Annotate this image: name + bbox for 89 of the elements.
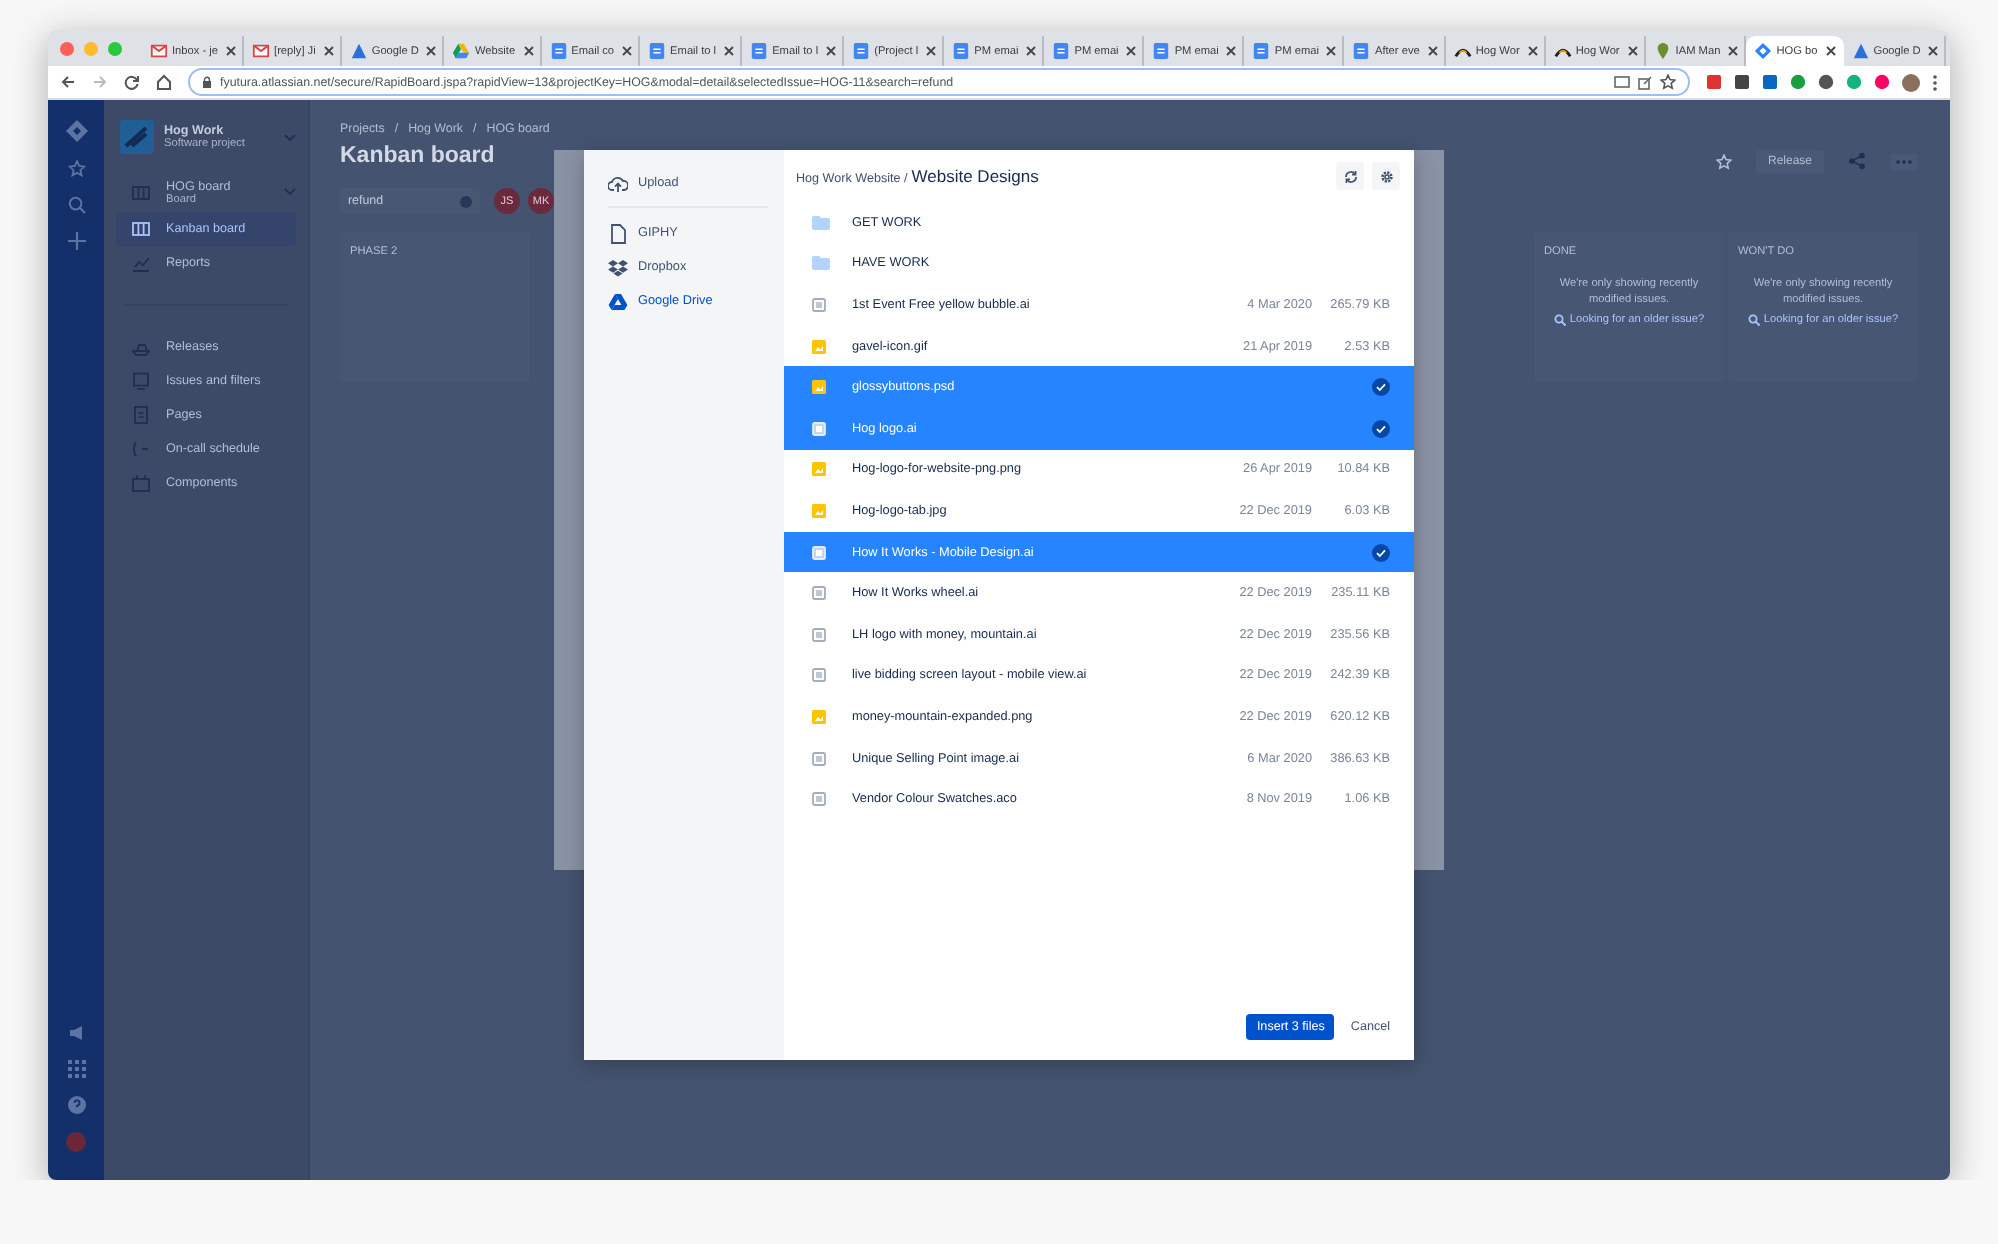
document-icon: [648, 42, 667, 60]
close-icon[interactable]: [1427, 46, 1438, 56]
close-icon[interactable]: [1928, 46, 1939, 56]
project-logo-icon: [120, 120, 154, 154]
page-icon: [132, 406, 150, 424]
close-icon[interactable]: [1226, 46, 1237, 56]
share-icon[interactable]: [1638, 75, 1652, 89]
document-icon: [1352, 42, 1371, 60]
plus-icon[interactable]: [67, 232, 85, 250]
close-icon[interactable]: [622, 46, 633, 56]
file-icon: [812, 792, 826, 807]
envelope-icon: [252, 42, 271, 60]
folder-title: Website Designs: [911, 166, 1039, 186]
file-icon: [812, 751, 826, 766]
document-icon: [1052, 42, 1071, 60]
chart-icon: [132, 254, 150, 272]
document-icon: [549, 42, 568, 60]
close-icon[interactable]: [523, 46, 534, 56]
close-icon[interactable]: [926, 46, 937, 56]
document-icon: [1152, 42, 1171, 60]
document-icon: [1252, 42, 1271, 60]
close-icon[interactable]: [826, 46, 837, 56]
document-icon: [852, 42, 871, 60]
close-icon[interactable]: [1728, 46, 1739, 56]
image-icon: [812, 503, 826, 518]
file-icon: [812, 627, 826, 642]
file-icon: [812, 421, 826, 436]
settings-icon: [1379, 169, 1393, 183]
image-icon: [812, 462, 826, 477]
box-icon: [132, 474, 150, 492]
image-icon: [812, 709, 826, 724]
monitor-icon: [132, 372, 150, 390]
ship-icon: [132, 338, 150, 356]
triangle-icon: [1851, 42, 1870, 60]
drive-icon: [608, 291, 628, 311]
app-grid-icon[interactable]: [67, 1060, 85, 1078]
search-icon: [1747, 314, 1760, 327]
triangle-icon: [349, 42, 368, 60]
close-icon[interactable]: [1326, 46, 1337, 56]
search-icon[interactable]: [67, 196, 85, 214]
page-title: Kanban board: [340, 144, 495, 168]
document-icon: [750, 42, 769, 60]
close-icon[interactable]: [1627, 46, 1638, 56]
document-icon: [952, 42, 971, 60]
image-icon: [812, 339, 826, 354]
diamond-icon: [1754, 42, 1773, 60]
star-icon[interactable]: [1660, 74, 1676, 90]
reload-icon[interactable]: [124, 74, 140, 90]
lock-icon: [202, 76, 212, 88]
file-icon: [812, 668, 826, 683]
checkmark-icon: [1372, 378, 1390, 397]
avatar-icon[interactable]: [1902, 73, 1920, 91]
help-icon[interactable]: [67, 1096, 85, 1114]
file-icon: [812, 545, 826, 560]
pin-icon: [1653, 42, 1672, 60]
close-icon[interactable]: [724, 46, 735, 56]
folder-icon: [812, 215, 830, 230]
close-icon[interactable]: [1527, 46, 1538, 56]
star-icon[interactable]: [67, 160, 85, 178]
checkmark-icon: [1372, 419, 1390, 438]
settings-button[interactable]: [1372, 162, 1400, 190]
close-icon[interactable]: [1026, 46, 1037, 56]
menu-icon[interactable]: [1932, 73, 1938, 91]
cast-icon[interactable]: [1614, 75, 1630, 89]
search-icon: [1553, 314, 1566, 327]
back-icon[interactable]: [60, 74, 76, 90]
diamond-icon[interactable]: [65, 120, 87, 142]
drive-icon: [452, 42, 471, 60]
megaphone-icon[interactable]: [67, 1024, 85, 1042]
envelope-icon: [150, 42, 168, 60]
image-icon: [812, 380, 826, 395]
star-icon[interactable]: [1715, 153, 1732, 169]
board-icon: [132, 220, 150, 238]
home-icon[interactable]: [156, 74, 172, 90]
board-icon: [132, 183, 150, 201]
cloud-upload-icon: [608, 173, 628, 193]
refresh-button[interactable]: [1336, 162, 1364, 190]
close-icon[interactable]: [323, 46, 334, 56]
folder-icon: [812, 256, 830, 271]
document-icon: [608, 223, 628, 243]
refresh-icon: [1343, 169, 1357, 183]
close-icon[interactable]: [426, 46, 437, 56]
close-icon[interactable]: [1126, 46, 1137, 56]
file-icon: [812, 297, 826, 312]
close-icon[interactable]: [1825, 46, 1836, 56]
file-icon: [812, 586, 826, 601]
dropbox-icon: [608, 257, 628, 277]
close-icon[interactable]: [226, 46, 237, 56]
checkmark-icon: [1372, 543, 1390, 562]
